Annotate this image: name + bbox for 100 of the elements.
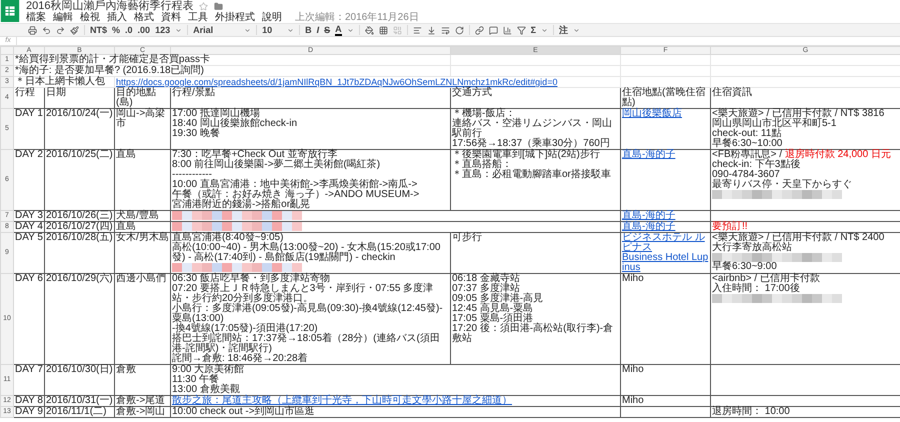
spreadsheet-logo-icon[interactable] bbox=[0, 0, 20, 22]
strikethrough-button[interactable]: S bbox=[324, 24, 330, 36]
functions-button[interactable]: Σ bbox=[530, 24, 536, 36]
caret-icon bbox=[287, 26, 294, 34]
cell-link[interactable]: 直島-海的子 bbox=[622, 211, 709, 221]
comment-icon[interactable] bbox=[488, 26, 498, 34]
caret-icon bbox=[244, 26, 252, 34]
bold-button[interactable]: B bbox=[305, 24, 312, 36]
cell-text: DAY 2 bbox=[15, 150, 43, 160]
menu-item[interactable]: 資料 bbox=[161, 12, 181, 23]
cell-text: 07:20 要搭上ＪＲ特急しまんと3号・岸到行・07:55 多度津站・步行約20分到多度津港口。 bbox=[172, 284, 434, 304]
input-tools-button[interactable]: 注 bbox=[559, 24, 568, 36]
menu-item[interactable]: 插入 bbox=[107, 12, 127, 23]
cell-link[interactable]: Business Hotel Lupinus bbox=[622, 253, 709, 273]
cell-link[interactable]: 散步之旅：尾道主攻略（上纜車到千光寺，下山時可走文學小路十屋之細道） bbox=[172, 396, 619, 406]
cell-text: 大行李寄放高松站 bbox=[712, 243, 793, 253]
cell-text: 17:00 抵達岡山機場 bbox=[172, 109, 260, 119]
last-edit-text[interactable]: 上次編輯：2016年11月26日 bbox=[295, 12, 419, 23]
cell-text: 岡山->高梁市 bbox=[116, 109, 166, 129]
vertical-align-icon[interactable] bbox=[426, 26, 436, 34]
merge-cells-icon[interactable] bbox=[392, 26, 402, 34]
cell-text: check-in: 下午3點後 bbox=[712, 160, 802, 170]
menu-item[interactable]: 工具 bbox=[188, 12, 208, 23]
star-icon[interactable] bbox=[199, 2, 208, 10]
cell-text: <airbnb> / 已信用卡付款 bbox=[712, 274, 821, 284]
align-icon[interactable] bbox=[412, 26, 422, 34]
menu-item[interactable]: 檢視 bbox=[80, 12, 100, 23]
document-title[interactable]: 2016秋岡山瀨戶內海藝術季行程表 bbox=[26, 0, 194, 12]
font-size-dropdown[interactable]: 10 bbox=[262, 24, 282, 36]
cell-text: ＊後樂園電車到[城下]站(2站)步行 bbox=[452, 150, 601, 160]
text-wrap-icon[interactable] bbox=[440, 26, 450, 34]
cell-text: 直島宮浦港(8:40發~9:05) bbox=[172, 233, 284, 243]
cell-text: 倉敷->尾道 bbox=[116, 396, 166, 406]
borders-icon[interactable] bbox=[378, 26, 388, 34]
menu-item[interactable]: 外掛程式 bbox=[215, 12, 255, 23]
cell-text: 11:30 午餐 bbox=[172, 375, 220, 385]
folder-icon[interactable] bbox=[214, 2, 224, 10]
cell-text: 19:30 晚餐 bbox=[172, 129, 221, 139]
cell-link[interactable]: ビジネスホテル ルピナス bbox=[622, 233, 709, 253]
cell-link[interactable]: 直島-海的子 bbox=[622, 150, 709, 160]
cell-text: 2016/11/1(二) bbox=[46, 407, 108, 417]
caret-icon bbox=[346, 26, 354, 34]
cell-text: 06:18 金藏寺站 bbox=[452, 274, 521, 284]
cell-text: 10:00 check out ->到岡山市區逛 bbox=[172, 407, 316, 417]
increase-decimals-button[interactable]: .00 bbox=[138, 24, 150, 36]
cell-text: *海的子: 是否要加早餐? (2016.9.18已詢問) bbox=[15, 66, 205, 76]
cell-text: 2016/10/31(一) bbox=[46, 396, 113, 406]
cell-text: 西邊小島們 bbox=[116, 274, 167, 284]
menu-item[interactable]: 檔案 bbox=[26, 12, 46, 23]
menu-item[interactable]: 格式 bbox=[134, 12, 154, 23]
cell-link[interactable]: https://docs.google.com/spreadsheets/d/1jamNIlRqBN_1Jt7bZDAqNJw6OhSemLZNLNmchz1mkRc/edit#gid=0 bbox=[116, 77, 619, 87]
cell-text: 交通方式 bbox=[452, 88, 492, 98]
redo-icon[interactable] bbox=[56, 26, 65, 34]
cell-text: <樂天旅遊> / 已信用卡付款 / NT$ 3816 bbox=[712, 109, 886, 119]
chart-icon[interactable] bbox=[502, 26, 512, 34]
cell-text: check-out: 11點 bbox=[712, 129, 782, 139]
cell-text: 12:45 高見島-粟島 bbox=[452, 304, 534, 314]
cell-text: 宮浦港附近的錢湯->搭船or亂晃 bbox=[172, 200, 312, 210]
link-icon[interactable] bbox=[474, 26, 484, 34]
cell-text: DAY 1 bbox=[15, 109, 43, 119]
cell-text: <FB粉專訊息> / 退房時付款 24,000 日元 bbox=[712, 150, 892, 160]
cell-text: 住宿資訊 bbox=[712, 88, 753, 98]
alert-text: 要預訂!! bbox=[712, 222, 748, 232]
caret-icon bbox=[573, 26, 580, 34]
cell-text: 行程/景點 bbox=[172, 88, 215, 98]
cell-text: 17:05 粟島-須田港 bbox=[452, 314, 534, 324]
filter-icon[interactable] bbox=[516, 26, 526, 34]
text-rotation-icon[interactable] bbox=[454, 26, 464, 34]
undo-icon[interactable] bbox=[42, 26, 51, 34]
cell-text: 目的地點(島) bbox=[116, 88, 156, 108]
percent-button[interactable]: % bbox=[112, 24, 120, 36]
cell-text: 日期 bbox=[46, 88, 67, 98]
cell-link[interactable]: 直島-海的子 bbox=[622, 222, 709, 232]
cell-text: 午餐（或許：お好み焼き 海っ子）->ANDO MUSEUM-> bbox=[172, 190, 420, 200]
italic-button[interactable]: I bbox=[316, 24, 320, 36]
print-icon[interactable] bbox=[28, 26, 37, 34]
cell-text: 岡山県岡山市北区平和町5-1 bbox=[712, 119, 838, 129]
cell-text: 小島行：多度津港(09:05發)-高見島(09:30)-換4號線(12:45發)-粟島(13:00) bbox=[172, 304, 444, 324]
decrease-decimals-button[interactable]: .0 bbox=[125, 24, 133, 36]
cell-text: 連絡バス・空港リムジンバス・岡山駅前行 bbox=[452, 119, 613, 139]
currency-button[interactable]: NT$ bbox=[90, 24, 108, 36]
cell-text: Miho bbox=[622, 396, 645, 406]
text-color-button[interactable]: A bbox=[335, 24, 342, 36]
cell-text: 早餐6:30~10:00 bbox=[712, 139, 784, 149]
menu-item[interactable]: 說明 bbox=[262, 12, 282, 23]
cell-text: Miho bbox=[622, 274, 645, 284]
cell-text: ＊日本上網卡懶人包 bbox=[15, 77, 106, 87]
cell-text: 入住時間： 17:00後 bbox=[712, 284, 801, 294]
number-format-button[interactable]: 123 bbox=[155, 24, 170, 36]
cell-text: 2016/10/28(五) bbox=[46, 233, 113, 243]
paint-format-icon[interactable] bbox=[70, 26, 79, 34]
cell-text: 早餐6:30~9:00 bbox=[712, 262, 778, 272]
cell-text: DAY 7 bbox=[15, 365, 43, 375]
font-dropdown[interactable]: Arial bbox=[193, 24, 240, 36]
fill-color-icon[interactable] bbox=[364, 26, 374, 34]
cell-text: 女木/男木島 bbox=[116, 233, 169, 243]
caret-icon bbox=[175, 26, 182, 34]
cell-text: 高松(10:00~40) - 男木島(13:00發~20) - 女木島(15:20或17:00發) - 高松(17:40到) - 島館飯店(19點關門) - checkin bbox=[172, 243, 442, 263]
cell-text: 倉敷 bbox=[116, 365, 137, 375]
menu-item[interactable]: 編輯 bbox=[53, 12, 73, 23]
